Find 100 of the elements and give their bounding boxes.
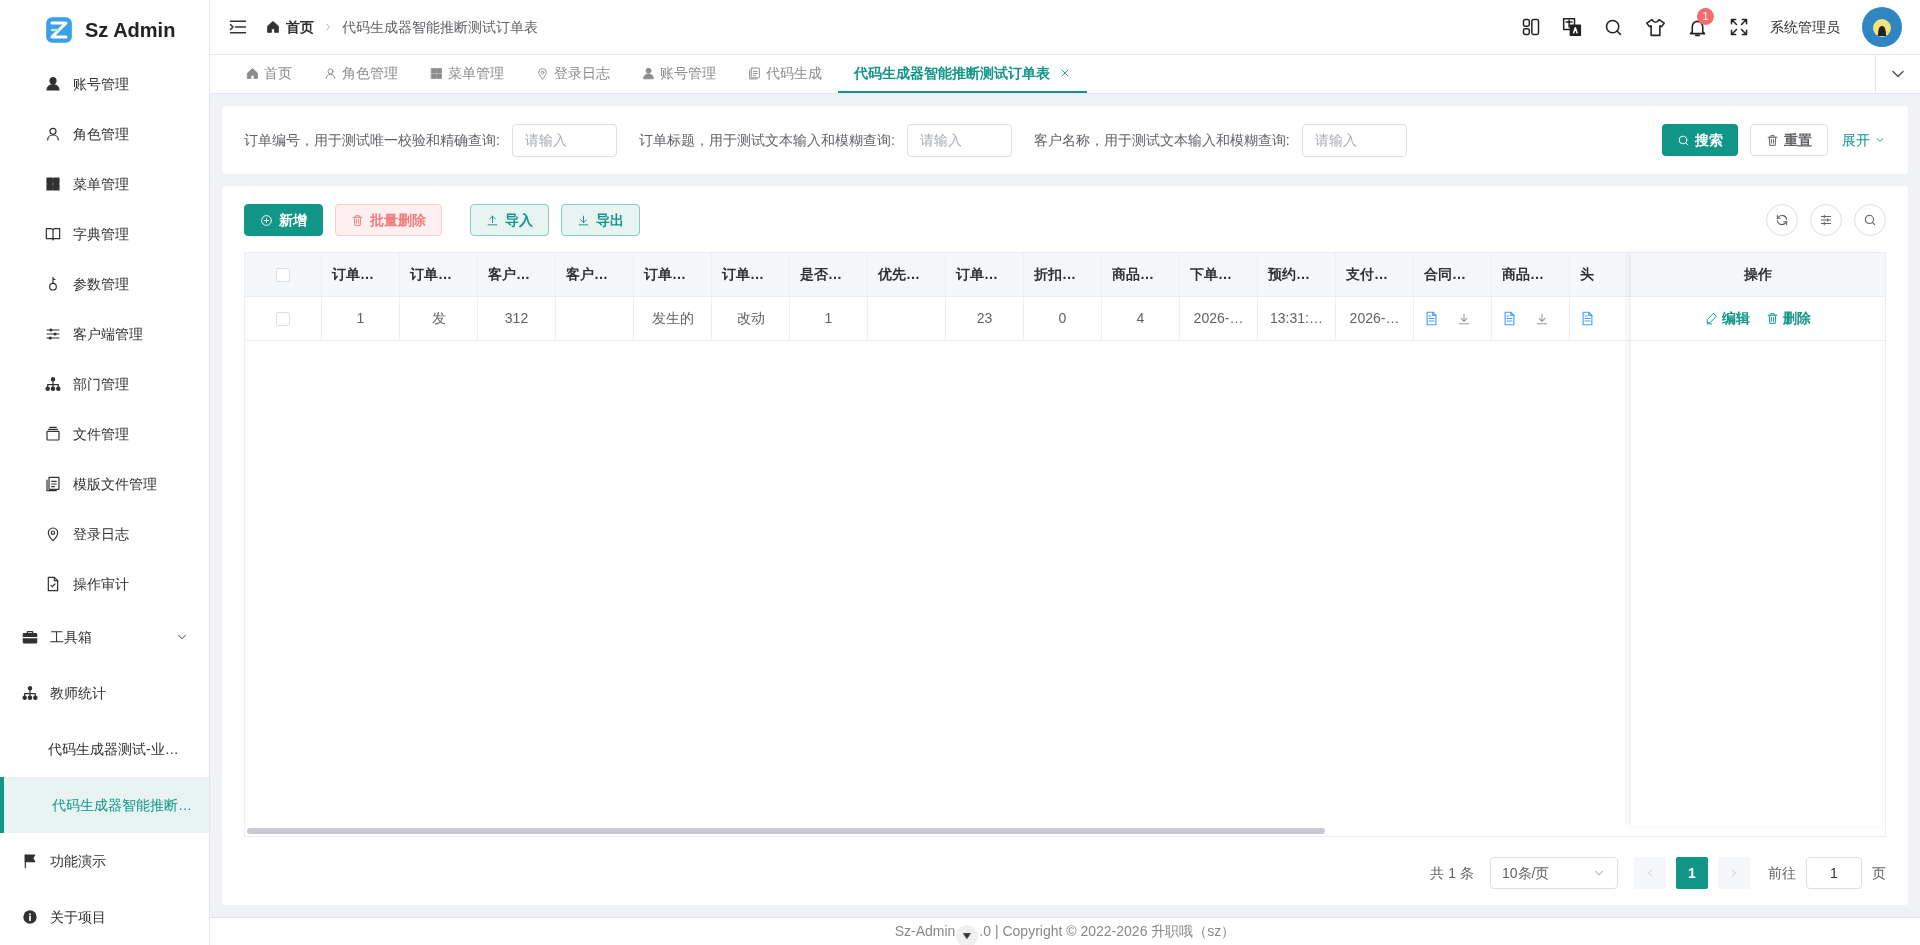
info-icon xyxy=(22,909,38,925)
search-button[interactable]: 搜索 xyxy=(1662,124,1738,156)
edit-link[interactable]: 编辑 xyxy=(1705,308,1750,329)
file-icon[interactable] xyxy=(1580,311,1595,326)
search-icon xyxy=(1677,133,1690,147)
sidebar-item[interactable]: 教师统计 xyxy=(0,665,209,721)
book-icon xyxy=(45,226,61,242)
notification-badge: 1 xyxy=(1697,7,1714,25)
column-header: 商品… xyxy=(1502,265,1544,284)
tab[interactable]: 角色管理 xyxy=(308,55,414,93)
input-field[interactable]: 请输入 xyxy=(906,123,1012,157)
table-cell-text: 0 xyxy=(1058,309,1067,328)
collapse-footer-button[interactable] xyxy=(956,924,979,945)
search-icon xyxy=(1863,213,1877,227)
tab[interactable]: 账号管理 xyxy=(626,55,732,93)
column-header: 操作 xyxy=(1744,265,1772,284)
person-icon xyxy=(45,76,61,92)
column-header: 合同… xyxy=(1424,265,1466,284)
table-cell-text: 改动 xyxy=(736,309,765,328)
upload-icon xyxy=(486,213,499,227)
footer-text: Sz-Admin xyxy=(894,922,956,941)
org-chart-icon xyxy=(22,685,38,701)
sidebar-item[interactable]: 工具箱 xyxy=(0,609,209,665)
table-cell-text: 1 xyxy=(824,309,833,328)
page-button[interactable]: 1 xyxy=(1676,857,1708,889)
download-icon[interactable] xyxy=(1535,311,1549,326)
download-icon[interactable] xyxy=(1457,311,1471,326)
avatar[interactable] xyxy=(1862,7,1902,47)
field-label: 客户名称，用于测试文本输入和模糊查询: xyxy=(1033,130,1290,150)
toolbox-icon xyxy=(22,629,38,645)
file-icon[interactable] xyxy=(1424,311,1439,326)
tab[interactable]: 登录日志 xyxy=(520,55,626,93)
table-cell-text: 13:31:… xyxy=(1270,309,1323,328)
refresh-icon xyxy=(1775,213,1789,227)
tab[interactable]: 代码生成器智能推断测试订单表 xyxy=(838,55,1087,93)
delete-link[interactable]: 删除 xyxy=(1766,308,1811,329)
sidebar-item[interactable]: 操作审计 xyxy=(0,559,209,609)
printer-icon xyxy=(748,66,761,80)
column-header: 客户… xyxy=(488,265,530,284)
expand-link[interactable]: 展开 xyxy=(1842,129,1886,151)
page-suffix: 页 xyxy=(1872,863,1886,883)
table-cell-text: 1 xyxy=(356,309,365,328)
sidebar-item[interactable]: 登录日志 xyxy=(0,509,209,559)
sidebar-item[interactable]: 角色管理 xyxy=(0,109,209,159)
table-cell-text: 2026-… xyxy=(1349,309,1400,328)
shirt-icon[interactable] xyxy=(1645,16,1666,38)
column-header: 商品… xyxy=(1112,265,1154,284)
checked-file-icon xyxy=(45,576,61,592)
column-header: 订单… xyxy=(644,265,686,284)
scrollbar-thumb[interactable] xyxy=(247,828,1325,834)
field-label: 订单编号，用于测试唯一校验和精确查询: xyxy=(244,130,500,150)
sidebar-item[interactable]: 关于项目 xyxy=(0,889,209,945)
column-header: 预约… xyxy=(1268,265,1310,284)
sidebar-item[interactable]: 模版文件管理 xyxy=(0,459,209,509)
plus-circle-icon xyxy=(260,213,273,227)
page-size-select[interactable]: 10条/页 xyxy=(1490,857,1618,889)
triangle-down-icon xyxy=(962,930,973,941)
close-icon[interactable] xyxy=(1059,67,1071,79)
trash-icon xyxy=(351,213,364,227)
breadcrumb-link[interactable]: 首页 xyxy=(286,16,314,38)
table-cell-text: 23 xyxy=(976,309,993,328)
sidebar-item[interactable]: 字典管理 xyxy=(0,209,209,259)
input-field[interactable]: 请输入 xyxy=(511,123,617,157)
table-cell-text: 发生的 xyxy=(651,309,694,328)
tab[interactable]: 首页 xyxy=(230,55,308,93)
column-header: 支付… xyxy=(1346,265,1388,284)
sidebar-item[interactable]: 文件管理 xyxy=(0,409,209,459)
input-field[interactable]: 请输入 xyxy=(1301,123,1407,157)
column-header: 头 xyxy=(1580,265,1594,284)
file-icon[interactable] xyxy=(1502,311,1517,326)
home-icon xyxy=(246,66,259,80)
sidebar-item[interactable]: 账号管理 xyxy=(0,59,209,109)
sidebar-item[interactable]: 参数管理 xyxy=(0,259,209,309)
sidebar-subitem[interactable]: 代码生成器测试-业… xyxy=(0,721,209,777)
toolbar-button[interactable]: 新增 xyxy=(244,204,323,236)
sidebar-item[interactable]: 菜单管理 xyxy=(0,159,209,209)
sidebar-item[interactable]: 客户端管理 xyxy=(0,309,209,359)
checkbox[interactable] xyxy=(276,267,290,282)
column-header: 折扣… xyxy=(1034,265,1076,284)
column-header: 是否… xyxy=(800,265,842,284)
breadcrumb-current: 代码生成器智能推断测试订单表 xyxy=(342,17,538,37)
layout-icon[interactable] xyxy=(1521,17,1541,37)
trash-icon xyxy=(1766,133,1779,147)
menu-icon[interactable] xyxy=(228,17,248,37)
translate-icon[interactable] xyxy=(1562,17,1582,37)
tray-icon xyxy=(45,426,61,442)
tab[interactable]: 代码生成 xyxy=(732,55,838,93)
sidebar-item[interactable]: 部门管理 xyxy=(0,359,209,409)
reset-button[interactable]: 重置 xyxy=(1750,124,1828,156)
fullscreen-icon[interactable] xyxy=(1729,17,1749,37)
pencil-icon xyxy=(1705,312,1718,325)
user-name[interactable]: 系统管理员 xyxy=(1770,16,1840,38)
page-input[interactable]: 1 xyxy=(1806,857,1862,889)
checkbox[interactable] xyxy=(276,311,290,326)
sliders-icon xyxy=(1819,213,1833,227)
app-name: Sz Admin xyxy=(85,17,176,43)
tab[interactable]: 菜单管理 xyxy=(414,55,520,93)
trash-icon xyxy=(1766,312,1779,325)
sidebar-item[interactable]: 功能演示 xyxy=(0,833,209,889)
document-icon xyxy=(45,476,61,492)
